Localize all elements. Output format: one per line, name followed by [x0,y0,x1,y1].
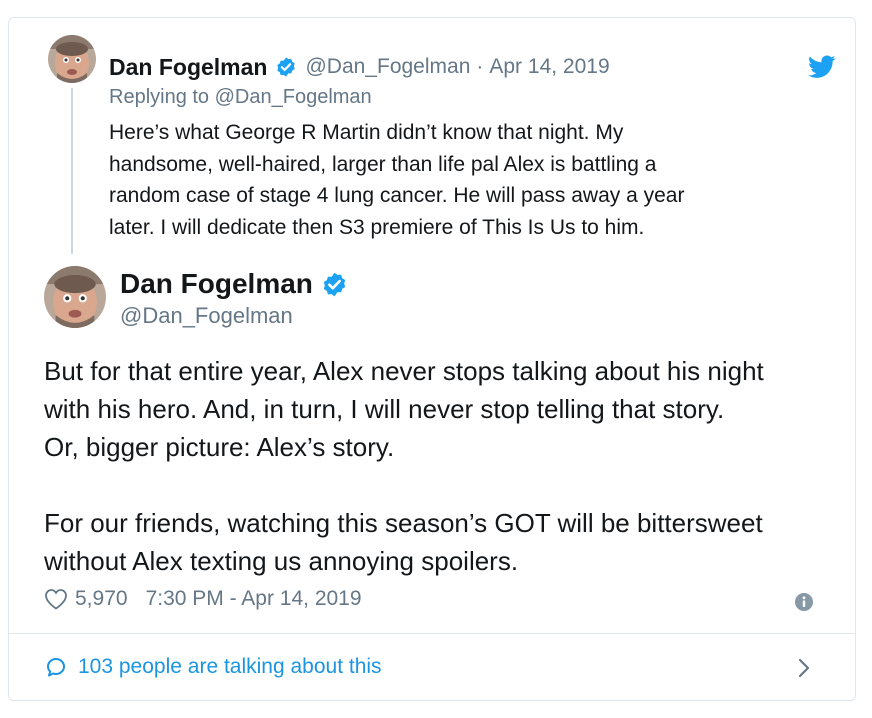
parent-avatar[interactable] [48,35,96,83]
main-avatar[interactable] [44,266,106,328]
main-author-name[interactable]: Dan Fogelman [120,268,313,300]
parent-tweet-text: Here’s what George R Martin didn’t know … [109,121,685,239]
tweet-paragraph: But for that entire year, Alex never sto… [44,356,764,462]
main-author-handle[interactable]: @Dan_Fogelman [120,303,293,329]
main-author-row: Dan Fogelman [120,268,348,300]
dot-separator: · [476,55,484,78]
twitter-bird-icon[interactable] [808,55,836,79]
parent-author-handle[interactable]: @Dan_Fogelman [305,55,470,79]
parent-tweet-header: Dan Fogelman @Dan_Fogelman · Apr 14, 201… [109,53,610,81]
tweet-timestamp[interactable]: 7:30 PM - Apr 14, 2019 [146,587,362,611]
tweet-paragraph: For our friends, watching this season’s … [44,508,763,576]
replying-to-line: Replying to @Dan_Fogelman [109,86,372,109]
replying-mention-link[interactable]: @Dan_Fogelman [215,86,372,108]
conversation-link[interactable]: 103 people are talking about this [44,655,382,679]
card-divider [9,633,855,634]
talking-about-label[interactable]: 103 people are talking about this [78,655,382,679]
thread-connector-line [71,88,73,254]
heart-outline-icon[interactable] [44,588,68,610]
chevron-right-icon[interactable] [797,657,811,679]
speech-bubble-icon [47,658,65,677]
verified-badge-icon [277,57,296,77]
info-circle-icon[interactable] [794,592,814,612]
parent-author-name[interactable]: Dan Fogelman [109,54,267,81]
replying-prefix: Replying to [109,86,210,108]
like-count[interactable]: 5,970 [75,587,128,611]
main-tweet-text: But for that entire year, Alex never sto… [44,352,834,580]
parent-tweet-date[interactable]: Apr 14, 2019 [489,55,609,79]
tweet-meta-row: 5,970 7:30 PM - Apr 14, 2019 [44,587,362,611]
verified-badge-icon [323,272,346,296]
